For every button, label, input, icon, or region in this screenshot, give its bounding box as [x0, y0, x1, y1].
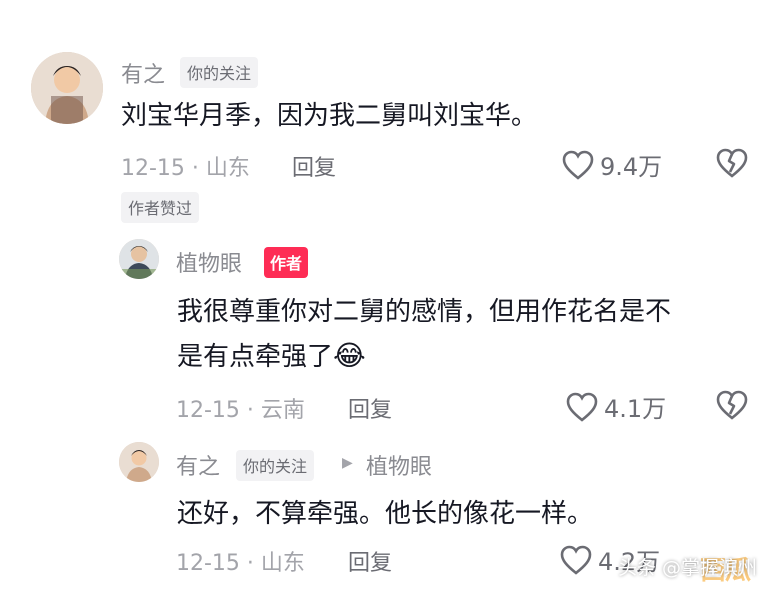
laughing-crying-emoji: 😂 — [333, 339, 366, 372]
like-button[interactable]: 4.1万 — [566, 389, 666, 424]
reply-target-name[interactable]: 植物眼 — [366, 449, 432, 481]
reply-button[interactable]: 回复 — [348, 392, 392, 424]
comment-text-line: 是有点牵强了😂 — [177, 332, 366, 381]
username[interactable]: 有之 — [176, 449, 220, 481]
heart-outline-icon — [566, 392, 598, 422]
broken-heart-icon[interactable] — [716, 390, 748, 420]
comment-meta: 12-15 · 山东 — [176, 551, 305, 576]
heart-outline-icon — [562, 150, 594, 180]
avatar[interactable] — [119, 442, 159, 482]
comment-meta: 12-15 · 山东 — [121, 156, 250, 181]
author-tag: 作者 — [264, 247, 309, 278]
play-arrow-icon: ▶ — [342, 455, 353, 471]
watermark-text: 头条 @掌握滨州 — [618, 556, 758, 579]
like-count: 4.1万 — [604, 395, 667, 423]
avatar[interactable] — [31, 52, 103, 124]
like-count: 9.4万 — [600, 153, 663, 181]
reply-button[interactable]: 回复 — [292, 150, 336, 182]
author-liked-tag: 作者赞过 — [121, 192, 200, 223]
avatar[interactable] — [119, 239, 159, 279]
follow-tag: 你的关注 — [180, 57, 259, 88]
comment-text: 刘宝华月季，因为我二舅叫刘宝华。 — [121, 101, 538, 131]
comment-text: 还好，不算牵强。他长的像花一样。 — [177, 499, 594, 529]
watermark: 头条 @掌握滨州 — [618, 548, 757, 584]
username[interactable]: 植物眼 — [176, 246, 242, 278]
comment-text-line: 我很尊重你对二舅的感情，但用作花名是不 — [177, 297, 672, 327]
comment-text-part: 是有点牵强了 — [177, 342, 334, 372]
heart-outline-icon — [560, 545, 592, 575]
reply-button[interactable]: 回复 — [348, 545, 392, 577]
username[interactable]: 有之 — [121, 57, 165, 89]
like-button[interactable]: 9.4万 — [562, 147, 662, 182]
comment-meta: 12-15 · 云南 — [176, 398, 305, 423]
follow-tag: 你的关注 — [236, 450, 315, 481]
broken-heart-icon[interactable] — [716, 148, 748, 178]
